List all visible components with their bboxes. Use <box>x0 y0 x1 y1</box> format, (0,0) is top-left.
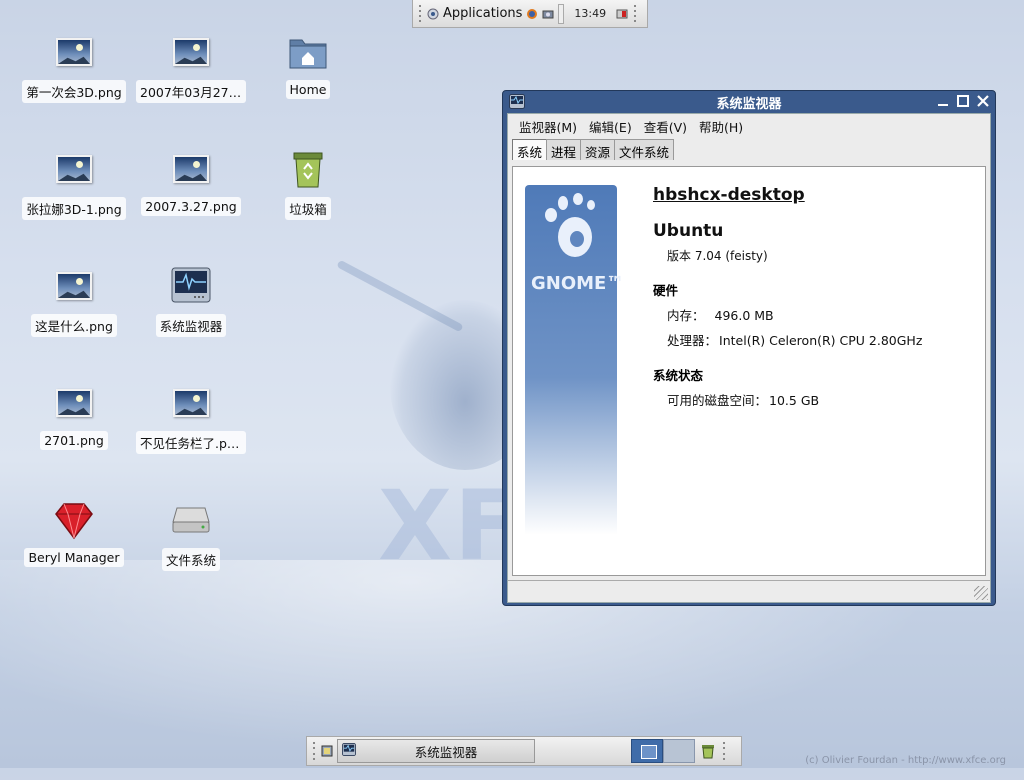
desktop-icon-label: 2701.png <box>40 431 108 450</box>
gnome-logo-text: GNOME™ <box>531 273 625 294</box>
desktop-icon-system-monitor[interactable]: 系统监视器 <box>141 264 241 337</box>
maximize-button[interactable] <box>955 93 971 109</box>
desktop-icon-image[interactable]: 张拉娜3D-1.png <box>22 147 126 220</box>
show-desktop-icon[interactable] <box>321 745 333 757</box>
tab-system[interactable]: 系统 <box>512 139 548 160</box>
image-icon <box>169 147 213 191</box>
close-button[interactable] <box>975 93 991 109</box>
desktop-icon-home[interactable]: Home <box>258 30 358 99</box>
cpu-row: 处理器： Intel(R) Celeron(R) CPU 2.80GHz <box>667 330 922 349</box>
tab-filesystems[interactable]: 文件系统 <box>614 139 675 160</box>
desktop-icon-image[interactable]: 2007年03月27日… <box>136 30 246 103</box>
firefox-launcher-icon[interactable] <box>526 8 538 20</box>
resize-grip[interactable] <box>974 586 988 600</box>
memory-row: 内存： 496.0 MB <box>667 305 922 324</box>
cpu-value: Intel(R) Celeron(R) CPU 2.80GHz <box>719 333 923 348</box>
clock[interactable]: 13:49 <box>568 7 612 20</box>
hardware-heading: 硬件 <box>653 283 679 298</box>
panel-grip[interactable] <box>417 4 423 23</box>
desktop-icon-label: 第一次会3D.png <box>22 80 126 103</box>
hostname: hbshcx-desktop <box>653 185 805 205</box>
desktop-icon-label: 这是什么.png <box>31 314 117 337</box>
disk-label: 可用的磁盘空间： <box>667 393 768 408</box>
image-icon <box>52 147 96 191</box>
status-heading: 系统状态 <box>653 368 704 383</box>
trash-applet-icon[interactable] <box>699 742 717 760</box>
image-icon <box>52 381 96 425</box>
applications-menu-button[interactable]: Applications <box>443 6 522 21</box>
workspace-2[interactable] <box>663 739 695 763</box>
menu-edit[interactable]: 编辑(E) <box>584 115 637 138</box>
image-icon <box>169 381 213 425</box>
tab-processes[interactable]: 进程 <box>546 139 582 160</box>
system-info: hbshcx-desktop Ubuntu 版本 7.04 (feisty) 硬… <box>653 185 922 409</box>
minimize-button[interactable] <box>935 93 951 109</box>
system-tab-panel: GNOME™ hbshcx-desktop Ubuntu 版本 7.04 (fe… <box>512 166 986 576</box>
image-icon <box>169 30 213 74</box>
tray-indicator-icon[interactable] <box>616 8 628 20</box>
workspace-1[interactable] <box>631 739 663 763</box>
desktop-icon-image[interactable]: 2701.png <box>24 381 124 450</box>
panel-grip-right[interactable] <box>632 4 638 23</box>
menu-help[interactable]: 帮助(H) <box>694 115 748 138</box>
desktop-icon-label: 2007年03月27日… <box>136 80 246 103</box>
top-panel: Applications 13:49 <box>412 0 648 28</box>
window-client-area: 监视器(M) 编辑(E) 查看(V) 帮助(H) 系统 进程 资源 文件系统 G… <box>507 113 991 603</box>
desktop-icon-label: 2007.3.27.png <box>141 197 241 216</box>
desktop-icon-label: 系统监视器 <box>155 314 227 337</box>
desktop-icon-label: 垃圾箱 <box>285 197 331 220</box>
system-monitor-icon <box>342 743 356 759</box>
disk-row: 可用的磁盘空间： 10.5 GB <box>667 390 922 409</box>
panel-grip[interactable] <box>311 742 317 760</box>
wallpaper-logo: XF <box>378 470 522 582</box>
desktop-icon-image[interactable]: 2007.3.27.png <box>141 147 241 216</box>
desktop-icon-label: Beryl Manager <box>24 548 124 567</box>
beryl-gem-icon <box>52 498 96 542</box>
xfce-menu-icon <box>427 8 439 20</box>
desktop-icon-image[interactable]: 这是什么.png <box>24 264 124 337</box>
taskbar-button-system-monitor[interactable]: 系统监视器 <box>337 739 535 763</box>
desktop-icon-image[interactable]: 第一次会3D.png <box>22 30 126 103</box>
distro-name: Ubuntu <box>653 221 724 241</box>
memory-label: 内存： <box>667 308 705 323</box>
bottom-panel: 系统监视器 <box>306 736 742 766</box>
gnome-banner: GNOME™ <box>525 185 624 535</box>
image-icon <box>52 30 96 74</box>
window-titlebar[interactable]: 系统监视器 <box>507 91 991 113</box>
cpu-label: 处理器： <box>667 333 718 348</box>
desktop-icon-label: 文件系统 <box>161 548 220 571</box>
statusbar <box>508 580 990 602</box>
panel-grip-right[interactable] <box>721 742 727 760</box>
distro-version: 版本 7.04 (feisty) <box>667 249 768 263</box>
trash-icon <box>286 147 330 191</box>
home-folder-icon <box>286 30 330 74</box>
menubar: 监视器(M) 编辑(E) 查看(V) 帮助(H) <box>508 114 990 138</box>
menu-view[interactable]: 查看(V) <box>639 115 692 138</box>
image-icon <box>52 264 96 308</box>
system-monitor-icon <box>169 264 213 308</box>
workspace-pager <box>631 739 695 763</box>
wallpaper-credit: (c) Olivier Fourdan - http://www.xfce.or… <box>805 755 1006 766</box>
menu-monitor[interactable]: 监视器(M) <box>514 115 582 138</box>
desktop-icon-trash[interactable]: 垃圾箱 <box>258 147 358 220</box>
screenshot-launcher-icon[interactable] <box>542 8 554 20</box>
desktop-icon-label: Home <box>285 80 331 99</box>
window-title: 系统监视器 <box>716 96 782 112</box>
gnome-foot-icon <box>545 193 595 257</box>
desktop-icon-filesystem[interactable]: 文件系统 <box>141 498 241 571</box>
drive-icon <box>169 498 213 542</box>
system-monitor-window: 系统监视器 监视器(M) 编辑(E) 查看(V) 帮助(H) 系统 进程 资源 … <box>502 90 996 606</box>
desktop-icon-image[interactable]: 不见任务栏了.png <box>136 381 246 454</box>
panel-separator <box>558 3 565 24</box>
desktop-icon-label: 张拉娜3D-1.png <box>22 197 126 220</box>
tab-strip: 系统 进程 资源 文件系统 <box>508 138 990 160</box>
desktop-icon-beryl-manager[interactable]: Beryl Manager <box>24 498 124 567</box>
taskbar-button-label: 系统监视器 <box>414 744 478 760</box>
disk-value: 10.5 GB <box>769 393 820 408</box>
wallpaper-mouse-tail <box>336 259 464 333</box>
memory-value: 496.0 MB <box>714 308 774 323</box>
tab-resources[interactable]: 资源 <box>580 139 616 160</box>
desktop-icon-label: 不见任务栏了.png <box>136 431 246 454</box>
